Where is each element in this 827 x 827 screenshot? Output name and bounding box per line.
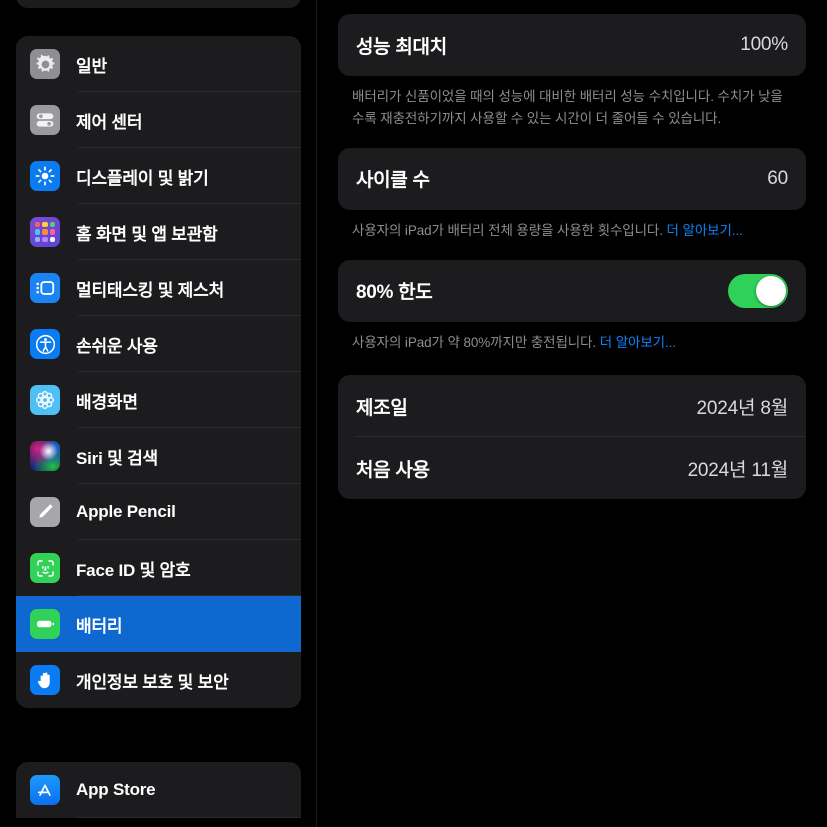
- row-title: 80% 한도: [356, 282, 433, 304]
- control-center-icon: [30, 105, 60, 135]
- sidebar-item-label: 디스플레이 및 밝기: [76, 168, 209, 188]
- footnote-text: 배터리가 신품이었을 때의 성능에 대비한 배터리 성능 수치입니다. 수치가 …: [352, 89, 783, 126]
- sidebar-item-label: 배경화면: [76, 392, 138, 412]
- sidebar-card-stub-top: [16, 0, 301, 8]
- manufacture-date-value: 2024년 8월: [696, 397, 789, 419]
- sidebar-item-label: Siri 및 검색: [76, 448, 158, 468]
- sidebar-item-multitasking[interactable]: 멀티태스킹 및 제스처: [16, 260, 301, 316]
- sidebar-item-apple-pencil[interactable]: Apple Pencil: [16, 484, 301, 540]
- cycle-count-row[interactable]: 사이클 수 60: [338, 148, 806, 210]
- battery-health-card: 성능 최대치 100%: [338, 14, 806, 76]
- maximum-capacity-value: 100%: [740, 34, 788, 55]
- charge-limit-footnote: 사용자의 iPad가 약 80%까지만 충전됩니다. 더 알아보기...: [338, 322, 806, 354]
- battery-settings-panel: 성능 최대치 100% 배터리가 신품이었을 때의 성능에 대비한 배터리 성능…: [317, 0, 827, 827]
- accessibility-icon: [30, 329, 60, 359]
- footnote-text: 사용자의 iPad가 배터리 전체 용량을 사용한 횟수입니다.: [352, 222, 667, 238]
- learn-more-link[interactable]: 더 알아보기...: [600, 335, 676, 350]
- siri-icon: [30, 441, 60, 471]
- toggle-knob: [756, 275, 786, 306]
- manufacture-date-row: 제조일 2024년 8월: [338, 375, 806, 438]
- sidebar-item-general[interactable]: 일반: [16, 36, 301, 92]
- app-store-icon: [30, 775, 60, 805]
- sidebar-item-label: 일반: [76, 56, 107, 76]
- sidebar-item-label: Apple Pencil: [76, 502, 176, 521]
- gear-icon: [30, 49, 60, 79]
- sidebar-item-label: 제어 센터: [76, 112, 143, 132]
- sidebar-item-app-store[interactable]: App Store: [16, 762, 301, 818]
- row-title: 제조일: [356, 397, 408, 419]
- ipad-settings-screen: 일반 제어 센터 디스플레이 및 밝기 홈 화면 및 앱 보관함 멀티태스킹 및…: [0, 0, 827, 827]
- sidebar-item-label: Face ID 및 암호: [76, 560, 191, 580]
- cycle-count-footnote: 사용자의 iPad가 배터리 전체 용량을 사용한 횟수입니다. 더 알아보기.…: [338, 210, 806, 242]
- sidebar-item-label: 배터리: [76, 616, 123, 636]
- learn-more-link[interactable]: 더 알아보기...: [667, 223, 743, 238]
- sidebar-item-label: 멀티태스킹 및 제스처: [76, 280, 225, 300]
- sidebar-item-label: 홈 화면 및 앱 보관함: [76, 224, 218, 244]
- first-use-date-row: 처음 사용 2024년 11월: [338, 437, 806, 499]
- multitasking-icon: [30, 273, 60, 303]
- charge-limit-toggle[interactable]: [728, 273, 788, 308]
- sidebar-group-secondary: App Store: [16, 762, 301, 818]
- wallpaper-icon: [30, 385, 60, 415]
- device-dates-card: 제조일 2024년 8월 처음 사용 2024년 11월: [338, 375, 806, 500]
- charge-limit-card: 80% 한도: [338, 259, 806, 322]
- settings-sidebar: 일반 제어 센터 디스플레이 및 밝기 홈 화면 및 앱 보관함 멀티태스킹 및…: [0, 0, 317, 827]
- sidebar-item-siri-search[interactable]: Siri 및 검색: [16, 428, 301, 484]
- sidebar-group-primary: 일반 제어 센터 디스플레이 및 밝기 홈 화면 및 앱 보관함 멀티태스킹 및…: [16, 36, 301, 708]
- cycle-count-value: 60: [767, 167, 788, 189]
- sidebar-item-privacy-security[interactable]: 개인정보 보호 및 보안: [16, 652, 301, 708]
- sidebar-item-display-brightness[interactable]: 디스플레이 및 밝기: [16, 148, 301, 204]
- sidebar-item-label: 개인정보 보호 및 보안: [76, 672, 229, 692]
- home-screen-icon: [30, 217, 60, 247]
- footnote-text: 사용자의 iPad가 약 80%까지만 충전됩니다.: [352, 334, 600, 350]
- privacy-hand-icon: [30, 665, 60, 695]
- charge-limit-row[interactable]: 80% 한도: [338, 260, 806, 322]
- sidebar-item-face-id[interactable]: Face ID 및 암호: [16, 540, 301, 596]
- app-grid-dots: [35, 222, 55, 242]
- sidebar-item-label: App Store: [76, 780, 156, 799]
- battery-icon: [30, 609, 60, 639]
- sidebar-item-battery[interactable]: 배터리: [16, 596, 301, 652]
- cycle-count-card: 사이클 수 60: [338, 147, 806, 210]
- face-id-icon: [30, 553, 60, 583]
- sidebar-item-accessibility[interactable]: 손쉬운 사용: [16, 316, 301, 372]
- maximum-capacity-row[interactable]: 성능 최대치 100%: [338, 14, 806, 76]
- sidebar-item-home-screen[interactable]: 홈 화면 및 앱 보관함: [16, 204, 301, 260]
- row-title: 사이클 수: [356, 170, 430, 192]
- brightness-icon: [30, 161, 60, 191]
- battery-health-footnote: 배터리가 신품이었을 때의 성능에 대비한 배터리 성능 수치입니다. 수치가 …: [338, 76, 806, 130]
- row-title: 처음 사용: [356, 459, 430, 481]
- sidebar-item-label: 손쉬운 사용: [76, 336, 158, 356]
- sidebar-item-control-center[interactable]: 제어 센터: [16, 92, 301, 148]
- row-divider: [78, 817, 301, 818]
- row-title: 성능 최대치: [356, 36, 447, 58]
- apple-pencil-icon: [30, 497, 60, 527]
- sidebar-item-wallpaper[interactable]: 배경화면: [16, 372, 301, 428]
- first-use-date-value: 2024년 11월: [687, 459, 789, 481]
